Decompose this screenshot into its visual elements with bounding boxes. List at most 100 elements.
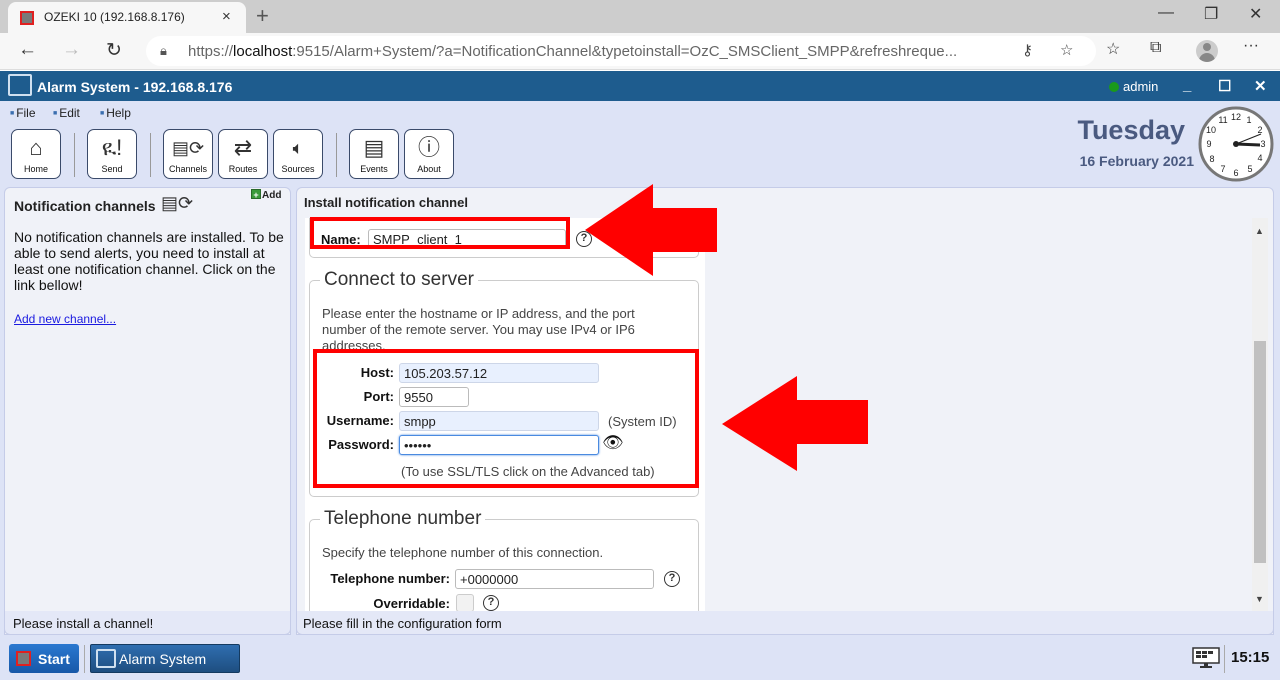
menu-help[interactable]: Help [100, 106, 131, 120]
svg-text:9: 9 [1206, 139, 1211, 149]
window-close-icon[interactable]: ✕ [1249, 4, 1262, 24]
ozeki-favicon-icon [20, 11, 34, 25]
about-label: About [417, 164, 441, 174]
svg-text:8: 8 [1209, 154, 1214, 164]
svg-text:4: 4 [1257, 153, 1262, 163]
send-label: Send [101, 164, 123, 174]
browser-tab[interactable]: OZEKI 10 (192.168.8.176) × [8, 2, 246, 33]
new-tab-icon[interactable]: + [256, 3, 269, 29]
connect-legend: Connect to server [320, 269, 478, 291]
routes-button[interactable]: ⇄ Routes [218, 129, 268, 179]
online-status-icon [1109, 82, 1119, 92]
more-menu-icon[interactable]: ··· [1243, 37, 1259, 55]
add-channel-button[interactable]: + Add [251, 189, 281, 201]
toolbar-divider [74, 133, 75, 177]
sources-icon: 🔈︎ [292, 138, 304, 158]
left-status-bar: Please install a channel! [4, 611, 291, 635]
add-new-channel-link[interactable]: Add new channel... [14, 312, 116, 326]
forward-icon[interactable]: → [62, 39, 81, 61]
scroll-thumb[interactable] [1254, 341, 1266, 563]
taskbar-app-label: Alarm System [119, 651, 207, 667]
events-label: Events [360, 164, 388, 174]
browser-address-bar: ← → ↻ 🔒︎ https://localhost:9515/Alarm+Sy… [0, 33, 1280, 70]
plus-icon: + [251, 189, 261, 200]
overridable-label: Overridable: [373, 596, 450, 611]
user-name[interactable]: admin [1123, 79, 1158, 94]
app-close-icon[interactable]: ✕ [1254, 77, 1267, 95]
panel-title: Notification channels [14, 198, 156, 214]
day-of-week: Tuesday [1077, 115, 1185, 145]
scroll-down-icon[interactable]: ▼ [1255, 594, 1264, 604]
url-text: https://localhost:9515/Alarm+System/?a=N… [188, 43, 958, 60]
channels-button[interactable]: ▤⟳ Channels [163, 129, 213, 179]
alarm-system-logo-icon [96, 649, 116, 668]
alarm-system-app: Alarm System - 192.168.8.176 admin _ ☐ ✕… [0, 71, 1280, 680]
svg-text:7: 7 [1220, 164, 1225, 174]
close-tab-icon[interactable]: × [222, 8, 231, 25]
form-scrollbar[interactable]: ▲ ▼ [1252, 218, 1268, 611]
channels-icon: ▤⟳ [171, 138, 205, 158]
taskbar-alarm-system-button[interactable]: Alarm System [90, 644, 240, 673]
lock-icon: 🔒︎ [160, 43, 167, 58]
connect-description: Please enter the hostname or IP address,… [322, 306, 635, 353]
collections-icon[interactable]: ⧉ [1150, 39, 1161, 57]
app-title-bar: Alarm System - 192.168.8.176 admin _ ☐ ✕ [0, 71, 1280, 101]
events-button[interactable]: ▤ Events [349, 129, 399, 179]
about-icon: ⓘ [417, 135, 440, 160]
profile-avatar[interactable] [1196, 40, 1218, 62]
taskbar: Start Alarm System 15:15 [0, 637, 1280, 680]
desktop-monitor-icon[interactable] [1192, 647, 1220, 669]
key-icon[interactable]: ⚷ [1022, 41, 1033, 59]
analog-clock-icon: 12 12 345 678 91011 [1198, 106, 1274, 182]
svg-text:2: 2 [1257, 125, 1262, 135]
favorites-icon[interactable]: ☆ [1106, 39, 1120, 59]
send-button[interactable]: ዪ! Send [87, 129, 137, 179]
refresh-icon[interactable]: ↻ [106, 39, 122, 62]
window-restore-icon[interactable]: ❐ [1204, 4, 1218, 24]
routes-label: Routes [228, 164, 258, 174]
telephone-number-input[interactable] [455, 569, 654, 589]
menu-file[interactable]: File [10, 106, 35, 120]
tray-divider [1224, 645, 1225, 673]
browser-tab-bar: OZEKI 10 (192.168.8.176) × + — ❐ ✕ [0, 0, 1280, 33]
red-arrow-icon [585, 184, 717, 276]
help-icon[interactable]: ? [664, 571, 680, 587]
scroll-up-icon[interactable]: ▲ [1255, 226, 1264, 236]
svg-text:5: 5 [1247, 164, 1252, 174]
sources-label: Sources [281, 164, 315, 174]
telephone-number-label: Telephone number: [330, 571, 450, 586]
toolbar-divider [336, 133, 337, 177]
current-date: 16 February 2021 [1079, 153, 1194, 169]
add-favorite-icon[interactable]: ☆ [1060, 41, 1073, 59]
send-alert-icon: ዪ! [101, 135, 123, 160]
svg-text:10: 10 [1206, 125, 1216, 135]
svg-text:11: 11 [1218, 115, 1227, 125]
svg-text:1: 1 [1246, 115, 1251, 125]
channels-label: Channels [168, 164, 208, 174]
panel-title: Install notification channel [304, 195, 468, 210]
app-minimize-icon[interactable]: _ [1183, 77, 1191, 94]
window-minimize-icon[interactable]: — [1158, 4, 1174, 22]
app-maximize-icon[interactable]: ☐ [1218, 77, 1231, 95]
credentials-highlight-box [313, 349, 699, 488]
app-title: Alarm System - 192.168.8.176 [37, 79, 233, 95]
telephone-description: Specify the telephone number of this con… [322, 545, 604, 560]
url-input[interactable]: 🔒︎ https://localhost:9515/Alarm+System/?… [146, 36, 1096, 66]
events-icon: ▤ [363, 135, 385, 160]
overridable-checkbox[interactable] [456, 594, 474, 611]
sources-button[interactable]: 🔈︎ Sources [273, 129, 323, 179]
alarm-system-logo-icon [8, 74, 32, 96]
home-icon: ⌂ [29, 135, 43, 160]
right-status-bar: Please fill in the configuration form [296, 611, 1274, 635]
menu-edit[interactable]: Edit [53, 106, 80, 120]
start-button[interactable]: Start [9, 644, 79, 673]
start-label: Start [38, 651, 70, 667]
back-icon[interactable]: ← [18, 39, 37, 61]
taskbar-divider [84, 645, 85, 673]
help-icon[interactable]: ? [483, 595, 499, 611]
svg-text:6: 6 [1233, 168, 1238, 178]
home-button[interactable]: ⌂ Home [11, 129, 61, 179]
about-button[interactable]: ⓘ About [404, 129, 454, 179]
name-highlight-box [310, 217, 570, 249]
routes-icon: ⇄ [233, 135, 253, 160]
